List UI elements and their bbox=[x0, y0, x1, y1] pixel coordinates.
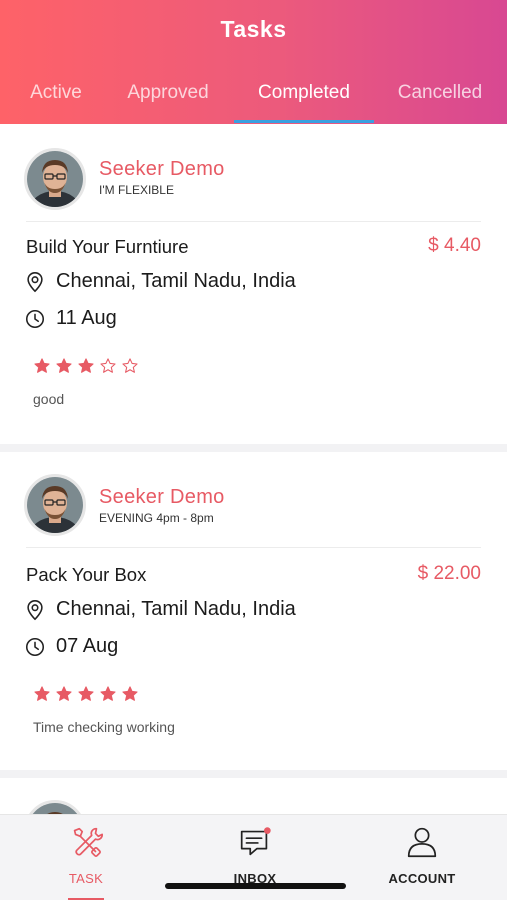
task-price: $ 22.00 bbox=[417, 563, 481, 584]
nav-account-label: ACCOUNT bbox=[388, 871, 456, 886]
card-divider bbox=[26, 547, 481, 548]
nav-task-label: TASK bbox=[68, 871, 104, 886]
location-pin-icon bbox=[27, 271, 43, 292]
location-row: Chennai, Tamil Nadu, India bbox=[24, 270, 296, 293]
avatar bbox=[24, 474, 86, 536]
task-date: 11 Aug bbox=[56, 307, 117, 329]
star-filled-icon bbox=[34, 686, 50, 701]
date-row: 11 Aug bbox=[24, 307, 117, 330]
page-title: Tasks bbox=[220, 16, 287, 42]
nav-task[interactable]: TASK bbox=[26, 815, 146, 900]
star-filled-icon bbox=[100, 686, 116, 701]
avatar bbox=[24, 148, 86, 210]
seeker-name: Seeker Demo bbox=[99, 486, 225, 508]
rating-stars bbox=[33, 357, 139, 375]
location-pin-icon bbox=[27, 599, 43, 620]
tools-icon bbox=[73, 827, 104, 857]
star-filled-icon bbox=[56, 686, 72, 701]
review-text: good bbox=[33, 391, 65, 407]
notification-dot bbox=[264, 827, 271, 834]
tab-cancelled[interactable]: Cancelled bbox=[388, 80, 492, 124]
app-header: Tasks Active Approved Completed Cancelle… bbox=[0, 0, 507, 124]
star-filled-icon bbox=[78, 686, 94, 701]
person-icon bbox=[407, 827, 437, 858]
task-location: Chennai, Tamil Nadu, India bbox=[56, 598, 296, 620]
task-title: Build Your Furntiure bbox=[26, 236, 189, 257]
task-card[interactable]: Seeker Demo EVENING 4pm - 8pm Pack Your … bbox=[0, 452, 507, 770]
seeker-name: Seeker Demo bbox=[99, 158, 225, 180]
status-tabs: Active Approved Completed Cancelled bbox=[0, 80, 507, 124]
task-date: 07 Aug bbox=[56, 635, 119, 657]
tab-completed[interactable]: Completed bbox=[234, 80, 374, 124]
time-slot: EVENING 4pm - 8pm bbox=[99, 511, 214, 525]
tab-approved[interactable]: Approved bbox=[116, 80, 220, 124]
chat-icon bbox=[240, 827, 271, 856]
rating-stars bbox=[33, 685, 139, 703]
home-indicator bbox=[165, 883, 346, 889]
task-title: Pack Your Box bbox=[26, 564, 147, 585]
active-tab-indicator bbox=[234, 120, 374, 123]
nav-account[interactable]: ACCOUNT bbox=[362, 815, 482, 900]
star-filled-icon bbox=[78, 358, 94, 373]
task-price: $ 4.40 bbox=[428, 235, 481, 256]
review-text: Time checking working bbox=[33, 719, 175, 735]
star-filled-icon bbox=[56, 358, 72, 373]
card-divider bbox=[26, 221, 481, 222]
tab-active[interactable]: Active bbox=[20, 80, 92, 124]
star-empty-icon bbox=[100, 358, 116, 373]
clock-icon bbox=[25, 637, 45, 656]
date-row: 07 Aug bbox=[24, 635, 118, 658]
star-empty-icon bbox=[122, 358, 138, 373]
star-filled-icon bbox=[122, 686, 138, 701]
task-card[interactable] bbox=[0, 778, 507, 862]
task-location: Chennai, Tamil Nadu, India bbox=[56, 270, 296, 292]
star-filled-icon bbox=[34, 358, 50, 373]
tab-completed-label: Completed bbox=[258, 82, 350, 103]
clock-icon bbox=[25, 309, 45, 328]
time-slot: I'M FLEXIBLE bbox=[99, 183, 174, 197]
task-card[interactable]: Seeker Demo I'M FLEXIBLE Build Your Furn… bbox=[0, 124, 507, 444]
location-row: Chennai, Tamil Nadu, India bbox=[24, 598, 296, 621]
